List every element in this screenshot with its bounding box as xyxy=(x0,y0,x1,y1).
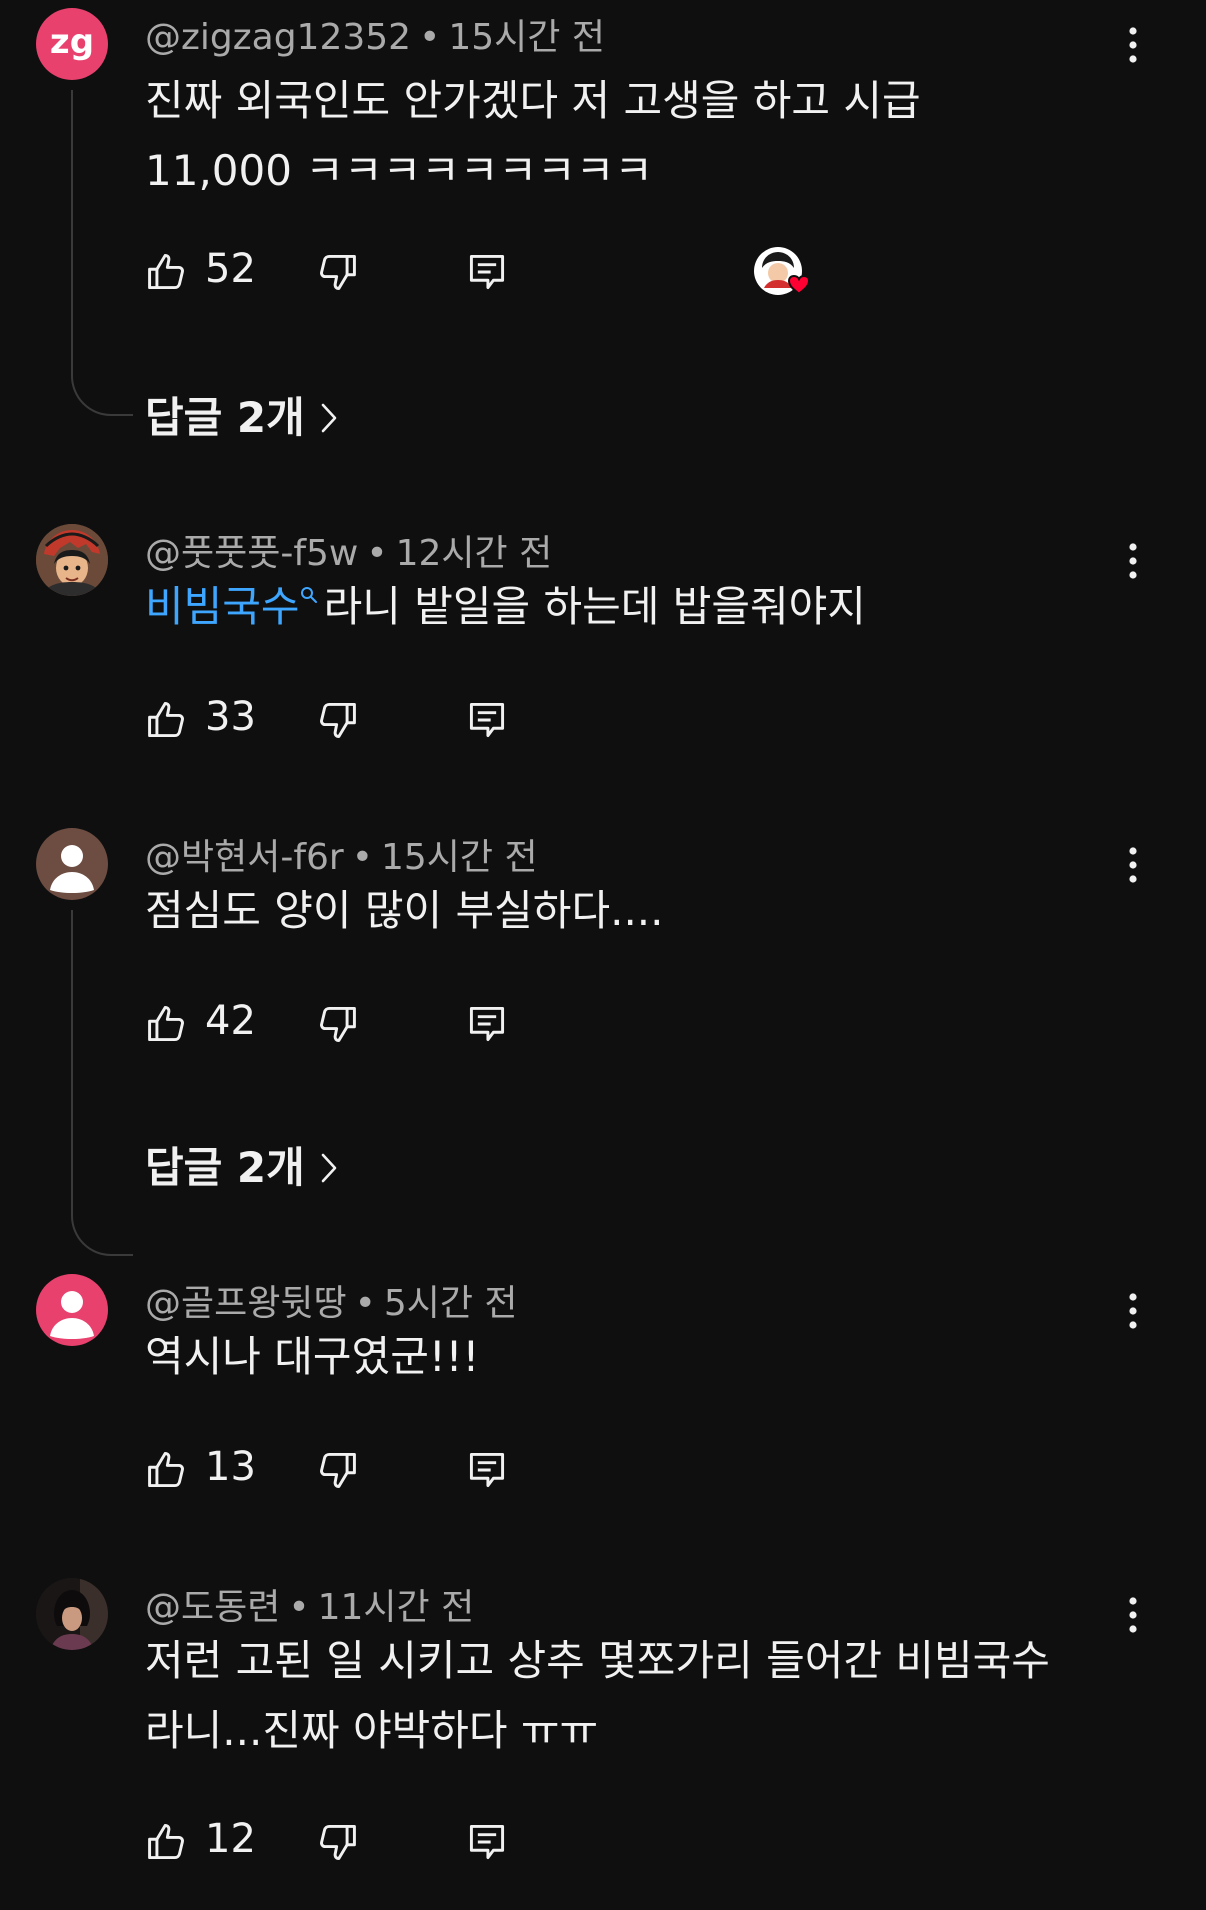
avatar-image xyxy=(36,524,108,596)
thumbs-up-icon[interactable] xyxy=(145,1448,189,1492)
like-count: 42 xyxy=(205,998,256,1044)
more-vertical-icon[interactable] xyxy=(1118,20,1148,70)
more-vertical-icon[interactable] xyxy=(1118,840,1148,890)
chevron-right-icon xyxy=(321,1153,337,1182)
comment-username[interactable]: @도동련 xyxy=(145,1587,280,1628)
more-vertical-icon[interactable] xyxy=(1118,1590,1148,1640)
reply-thread-line xyxy=(71,910,133,1256)
more-vertical-icon[interactable] xyxy=(1118,1286,1148,1336)
comment-text: 비빔국수 라니 밭일을 하는데 밥을줘야지 xyxy=(145,572,1125,642)
comment-text: 역시나 대구였군!!! xyxy=(145,1332,480,1381)
avatar[interactable] xyxy=(36,1578,108,1650)
comment-time[interactable]: 15시간 전 xyxy=(448,17,605,58)
search-mini-icon[interactable] xyxy=(300,586,318,604)
reply-comment-icon[interactable] xyxy=(465,250,509,294)
separator-dot: • xyxy=(351,837,373,878)
avatar[interactable] xyxy=(36,828,108,900)
comment-header: @풋풋풋-f5w • 12시간 전 xyxy=(145,524,552,576)
like-count: 52 xyxy=(205,246,256,292)
thumbs-down-icon[interactable] xyxy=(315,1448,359,1492)
comment-text: 저런 고된 일 시키고 상추 몇쪼가리 들어간 비빔국수 라니...진짜 야박하… xyxy=(145,1636,1050,1755)
separator-dot: • xyxy=(354,1283,376,1324)
comment-username[interactable]: @풋풋풋-f5w xyxy=(145,533,358,574)
chevron-right-icon xyxy=(321,403,337,432)
comment-time[interactable]: 15시간 전 xyxy=(381,837,538,878)
more-vertical-icon[interactable] xyxy=(1118,536,1148,586)
comment-actions: 52 xyxy=(145,242,845,302)
replies-label: 답글 2개 xyxy=(145,393,305,442)
like-count: 12 xyxy=(205,1816,256,1862)
like-count: 33 xyxy=(205,694,256,740)
like-count: 13 xyxy=(205,1444,256,1490)
separator-dot: • xyxy=(419,17,441,58)
replies-label: 답글 2개 xyxy=(145,1143,305,1192)
comment-actions: 33 xyxy=(145,690,845,750)
comment-time[interactable]: 11시간 전 xyxy=(318,1587,475,1628)
thumbs-up-icon[interactable] xyxy=(145,250,189,294)
thumbs-up-icon[interactable] xyxy=(145,698,189,742)
comment-header: @zigzag12352 • 15시간 전 xyxy=(145,8,605,60)
thumbs-down-icon[interactable] xyxy=(315,698,359,742)
separator-dot: • xyxy=(288,1587,310,1628)
reply-thread-line xyxy=(71,90,133,416)
avatar[interactable] xyxy=(36,1274,108,1346)
comment-username[interactable]: @zigzag12352 xyxy=(145,17,411,58)
comment-text: 진짜 외국인도 안가겠다 저 고생을 하고 시급 11,000 ㅋㅋㅋㅋㅋㅋㅋㅋ… xyxy=(145,76,921,195)
comment-text: 점심도 양이 많이 부실하다.... xyxy=(145,886,664,935)
avatar-image xyxy=(36,1578,108,1650)
thumbs-up-icon[interactable] xyxy=(145,1002,189,1046)
avatar[interactable] xyxy=(36,524,108,596)
reply-comment-icon[interactable] xyxy=(465,1002,509,1046)
comment-username[interactable]: @박현서-f6r xyxy=(145,837,344,878)
thumbs-down-icon[interactable] xyxy=(315,1002,359,1046)
comment-actions: 42 xyxy=(145,994,845,1054)
avatar-initials: zg xyxy=(49,22,95,62)
comment-header: @도동련 • 11시간 전 xyxy=(145,1578,474,1630)
comment-actions: 12 xyxy=(145,1812,845,1872)
creator-heart-icon xyxy=(754,247,811,297)
default-avatar-icon xyxy=(50,845,94,893)
thumbs-down-icon[interactable] xyxy=(315,250,359,294)
comment-username[interactable]: @골프왕뒷땅 xyxy=(145,1283,347,1324)
comment-time[interactable]: 5시간 전 xyxy=(384,1283,518,1324)
default-avatar-icon xyxy=(50,1291,94,1339)
reply-comment-icon[interactable] xyxy=(465,1448,509,1492)
reply-comment-icon[interactable] xyxy=(465,698,509,742)
comment-body: 라니 밭일을 하는데 밥을줘야지 xyxy=(323,582,866,631)
comment-actions: 13 xyxy=(145,1440,845,1500)
replies-button[interactable]: 답글 2개 xyxy=(145,1134,339,1195)
search-link[interactable]: 비빔국수 xyxy=(145,582,300,631)
separator-dot: • xyxy=(366,533,388,574)
thumbs-up-icon[interactable] xyxy=(145,1820,189,1864)
thumbs-down-icon[interactable] xyxy=(315,1820,359,1864)
comment-header: @골프왕뒷땅 • 5시간 전 xyxy=(145,1274,518,1326)
avatar[interactable]: zg xyxy=(36,8,108,80)
comment-header: @박현서-f6r • 15시간 전 xyxy=(145,828,538,880)
replies-button[interactable]: 답글 2개 xyxy=(145,384,339,445)
comment-time[interactable]: 12시간 전 xyxy=(396,533,553,574)
reply-comment-icon[interactable] xyxy=(465,1820,509,1864)
